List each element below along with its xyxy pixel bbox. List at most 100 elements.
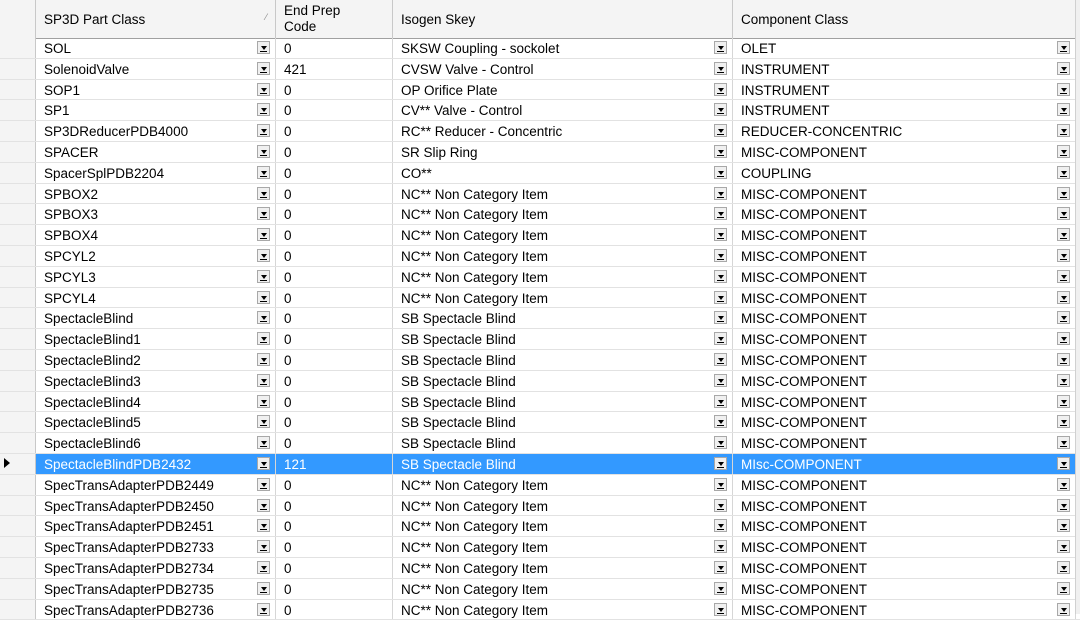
dropdown-arrow-icon[interactable] <box>1057 249 1070 262</box>
dropdown-arrow-icon[interactable] <box>714 519 727 533</box>
part-class-cell[interactable]: SpecTransAdapterPDB2735 <box>36 578 276 599</box>
end-prep-cell[interactable]: 0 <box>276 370 393 391</box>
part-class-cell[interactable]: SpecTransAdapterPDB2451 <box>36 516 276 537</box>
dropdown-arrow-icon[interactable] <box>257 145 270 158</box>
dropdown-arrow-icon[interactable] <box>714 82 727 96</box>
component-class-cell[interactable]: INSTRUMENT <box>733 100 1076 121</box>
isogen-skey-cell[interactable]: NC** Non Category Item <box>393 578 733 599</box>
dropdown-arrow-icon[interactable] <box>257 436 270 450</box>
isogen-skey-cell[interactable]: CO** <box>393 162 733 183</box>
isogen-skey-cell[interactable]: SB Spectacle Blind <box>393 433 733 453</box>
dropdown-arrow-icon[interactable] <box>714 415 727 429</box>
row-selector[interactable] <box>0 225 36 245</box>
dropdown-arrow-icon[interactable] <box>1057 311 1070 325</box>
component-class-cell[interactable]: MISC-COMPONENT <box>733 204 1076 225</box>
part-class-cell[interactable]: SpectacleBlind4 <box>36 391 276 412</box>
isogen-skey-cell[interactable]: NC** Non Category Item <box>393 558 733 578</box>
isogen-skey-cell[interactable]: NC** Non Category Item <box>393 516 733 537</box>
part-class-cell[interactable]: SPCYL4 <box>36 287 276 308</box>
isogen-skey-cell[interactable]: NC** Non Category Item <box>393 246 733 266</box>
dropdown-arrow-icon[interactable] <box>714 353 727 366</box>
row-selector[interactable] <box>0 391 36 412</box>
isogen-skey-cell[interactable]: NC** Non Category Item <box>393 204 733 225</box>
isogen-skey-cell[interactable]: SB Spectacle Blind <box>393 308 733 329</box>
dropdown-arrow-icon[interactable] <box>257 82 270 96</box>
row-selector[interactable] <box>0 100 36 121</box>
row-selector[interactable] <box>0 142 36 162</box>
row-selector[interactable] <box>0 58 36 79</box>
isogen-skey-cell[interactable]: CVSW Valve - Control <box>393 58 733 79</box>
part-class-cell[interactable]: SPCYL2 <box>36 246 276 266</box>
isogen-skey-cell[interactable]: NC** Non Category Item <box>393 183 733 204</box>
isogen-skey-cell[interactable]: NC** Non Category Item <box>393 287 733 308</box>
table-row[interactable]: SpectacleBlind1 0 SB Spectacle Blind MIS… <box>0 329 1080 350</box>
isogen-skey-cell[interactable]: NC** Non Category Item <box>393 266 733 287</box>
isogen-skey-cell[interactable]: SB Spectacle Blind <box>393 454 733 474</box>
dropdown-arrow-icon[interactable] <box>1057 269 1070 283</box>
component-class-cell[interactable]: MISC-COMPONENT <box>733 495 1076 516</box>
part-class-cell[interactable]: SpecTransAdapterPDB2736 <box>36 599 276 620</box>
dropdown-arrow-icon[interactable] <box>1057 561 1070 574</box>
end-prep-cell[interactable]: 0 <box>276 308 393 329</box>
part-class-cell[interactable]: SP3DReducerPDB4000 <box>36 121 276 141</box>
row-selector[interactable] <box>0 287 36 308</box>
row-selector[interactable] <box>0 204 36 225</box>
table-row[interactable]: SOP1 0 OP Orifice Plate INSTRUMENT <box>0 79 1080 101</box>
dropdown-arrow-icon[interactable] <box>257 103 270 117</box>
end-prep-cell[interactable]: 0 <box>276 100 393 121</box>
isogen-skey-cell[interactable]: SB Spectacle Blind <box>393 412 733 433</box>
component-class-cell[interactable]: MISC-COMPONENT <box>733 287 1076 308</box>
dropdown-arrow-icon[interactable] <box>714 498 727 512</box>
component-class-cell[interactable]: MISC-COMPONENT <box>733 391 1076 412</box>
dropdown-arrow-icon[interactable] <box>714 186 727 200</box>
dropdown-arrow-icon[interactable] <box>257 477 270 491</box>
dropdown-arrow-icon[interactable] <box>714 457 727 470</box>
dropdown-arrow-icon[interactable] <box>714 540 727 554</box>
row-selector[interactable] <box>0 38 36 58</box>
end-prep-cell[interactable]: 0 <box>276 183 393 204</box>
part-class-cell[interactable]: SpecTransAdapterPDB2449 <box>36 474 276 495</box>
dropdown-arrow-icon[interactable] <box>1057 228 1070 242</box>
end-prep-cell[interactable]: 0 <box>276 204 393 225</box>
isogen-skey-cell[interactable]: NC** Non Category Item <box>393 495 733 516</box>
row-selector[interactable] <box>0 412 36 433</box>
row-selector[interactable] <box>0 308 36 329</box>
row-selector[interactable] <box>0 516 36 537</box>
end-prep-cell[interactable]: 0 <box>276 225 393 245</box>
dropdown-arrow-icon[interactable] <box>714 103 727 117</box>
row-selector[interactable] <box>0 162 36 183</box>
isogen-skey-cell[interactable]: SB Spectacle Blind <box>393 370 733 391</box>
row-selector[interactable] <box>0 558 36 578</box>
dropdown-arrow-icon[interactable] <box>1057 41 1070 54</box>
component-class-cell[interactable]: MISC-COMPONENT <box>733 412 1076 433</box>
end-prep-cell[interactable]: 0 <box>276 578 393 599</box>
part-class-cell[interactable]: SPBOX4 <box>36 225 276 245</box>
dropdown-arrow-icon[interactable] <box>714 477 727 491</box>
table-row[interactable]: SPCYL4 0 NC** Non Category Item MISC-COM… <box>0 287 1080 309</box>
row-selector[interactable] <box>0 246 36 266</box>
end-prep-cell[interactable]: 121 <box>276 454 393 474</box>
part-class-cell[interactable]: SpecTransAdapterPDB2734 <box>36 558 276 578</box>
dropdown-arrow-icon[interactable] <box>257 41 270 54</box>
dropdown-arrow-icon[interactable] <box>1057 436 1070 450</box>
table-row[interactable]: SPBOX3 0 NC** Non Category Item MISC-COM… <box>0 204 1080 226</box>
isogen-skey-cell[interactable]: NC** Non Category Item <box>393 537 733 557</box>
part-class-cell[interactable]: SpectacleBlind1 <box>36 329 276 349</box>
component-class-cell[interactable]: MISC-COMPONENT <box>733 433 1076 453</box>
table-row[interactable]: SpecTransAdapterPDB2451 0 NC** Non Categ… <box>0 516 1080 538</box>
dropdown-arrow-icon[interactable] <box>714 207 727 221</box>
part-class-cell[interactable]: SpectacleBlind6 <box>36 433 276 453</box>
component-class-cell[interactable]: MISC-COMPONENT <box>733 599 1076 620</box>
dropdown-arrow-icon[interactable] <box>1057 415 1070 429</box>
vertical-scrollbar[interactable] <box>1075 0 1080 614</box>
dropdown-arrow-icon[interactable] <box>257 165 270 179</box>
table-row[interactable]: SpecTransAdapterPDB2450 0 NC** Non Categ… <box>0 495 1080 517</box>
dropdown-arrow-icon[interactable] <box>257 124 270 138</box>
isogen-skey-cell[interactable]: SR Slip Ring <box>393 142 733 162</box>
dropdown-arrow-icon[interactable] <box>714 41 727 54</box>
table-row[interactable]: SP1 0 CV** Valve - Control INSTRUMENT <box>0 100 1080 122</box>
end-prep-cell[interactable]: 0 <box>276 287 393 308</box>
column-header-isogen-skey[interactable]: Isogen Skey <box>393 0 733 38</box>
table-row[interactable]: SpectacleBlind6 0 SB Spectacle Blind MIS… <box>0 433 1080 454</box>
dropdown-arrow-icon[interactable] <box>257 415 270 429</box>
